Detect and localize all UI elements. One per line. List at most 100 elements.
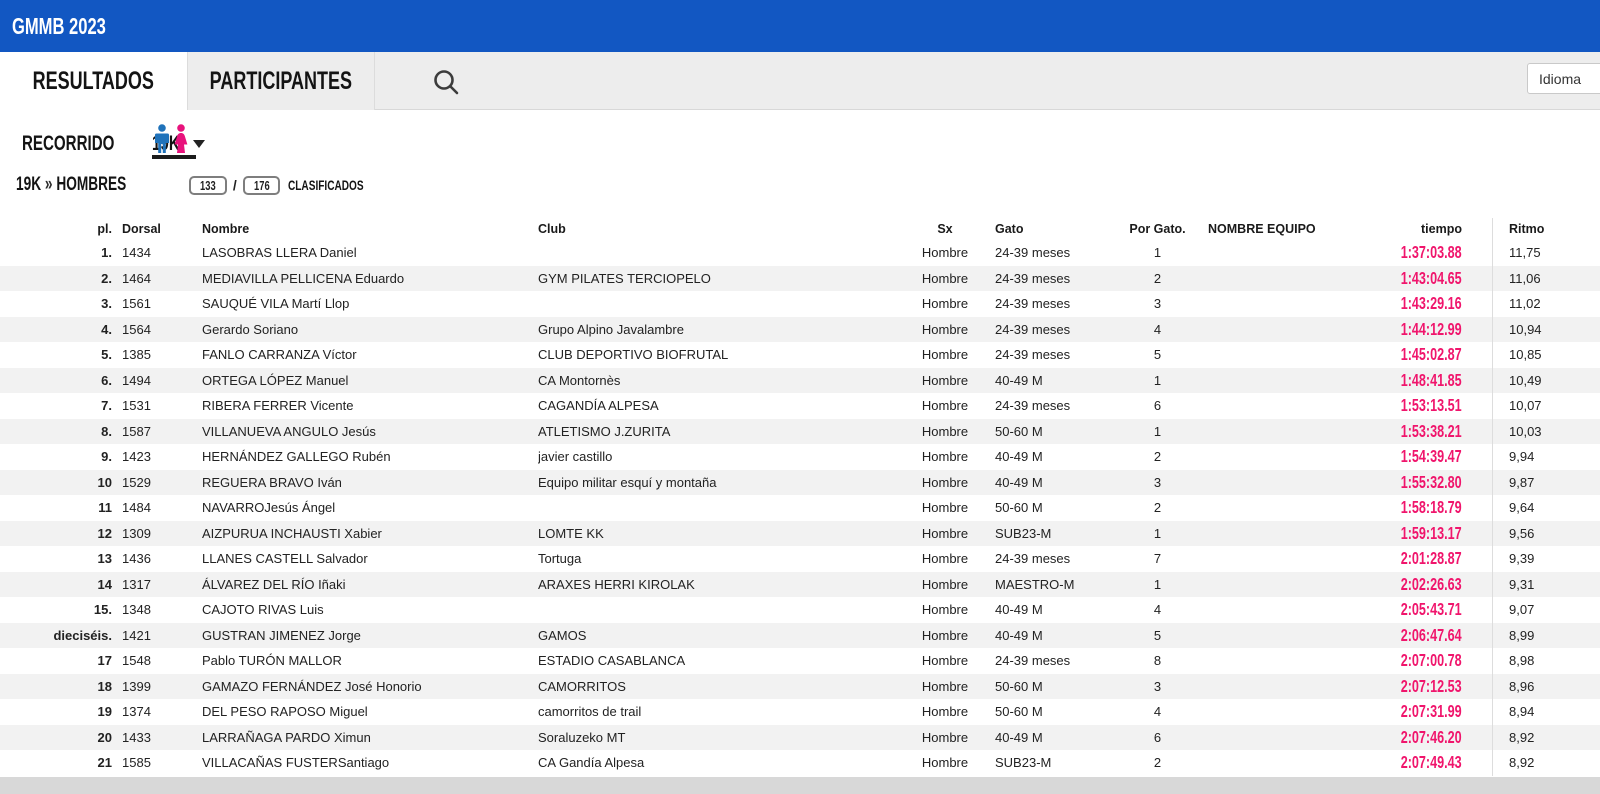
cell-gato: 40-49 M: [985, 628, 1125, 643]
column-header-gato[interactable]: Gato: [985, 222, 1125, 236]
table-row[interactable]: 191374DEL PESO RAPOSO Miguelcamorritos d…: [0, 699, 1600, 725]
table-row[interactable]: 6.1494ORTEGA LÓPEZ ManuelCA MontornèsHom…: [0, 368, 1600, 394]
table-row[interactable]: 2.1464MEDIAVILLA PELLICENA EduardoGYM PI…: [0, 266, 1600, 292]
cell-porgato: 2: [1125, 500, 1190, 515]
column-header-sx[interactable]: Sx: [905, 222, 985, 236]
cell-pl: 20: [0, 730, 112, 745]
column-header-club[interactable]: Club: [538, 222, 905, 236]
male-female-icon: [152, 124, 192, 154]
table-header-row: pl.DorsalNombreClubSxGatoPor Gato.NOMBRE…: [0, 218, 1600, 240]
table-row[interactable]: 4.1564Gerardo SorianoGrupo Alpino Javala…: [0, 317, 1600, 343]
cell-dorsal: 1529: [112, 475, 202, 490]
cell-dorsal: 1374: [112, 704, 202, 719]
cell-club: Grupo Alpino Javalambre: [538, 322, 905, 337]
cell-sx: Hombre: [905, 245, 985, 260]
cell-dorsal: 1585: [112, 755, 202, 770]
table-row[interactable]: 171548Pablo TURÓN MALLORESTADIO CASABLAN…: [0, 648, 1600, 674]
table-row[interactable]: 101529REGUERA BRAVO IvánEquipo militar e…: [0, 470, 1600, 496]
results-section-header: 19K » HOMBRES 133 / 176 CLASIFICADOS: [16, 174, 393, 196]
cell-nombre: LASOBRAS LLERA Daniel: [202, 245, 538, 260]
tab-participantes[interactable]: PARTICIPANTES: [187, 52, 375, 110]
finish-time-value: 1:37:03.88: [1401, 242, 1462, 263]
table-row[interactable]: 141317ÁLVAREZ DEL RÍO IñakiARAXES HERRI …: [0, 572, 1600, 598]
cell-gato: 40-49 M: [985, 373, 1125, 388]
table-row[interactable]: 8.1587VILLANUEVA ANGULO JesúsATLETISMO J…: [0, 419, 1600, 445]
cell-nombre: HERNÁNDEZ GALLEGO Rubén: [202, 449, 538, 464]
cell-gato: 40-49 M: [985, 602, 1125, 617]
cell-nombre: FANLO CARRANZA Víctor: [202, 347, 538, 362]
cell-nombre: LARRAÑAGA PARDO Ximun: [202, 730, 538, 745]
cell-ritmo: 9,39: [1492, 546, 1600, 572]
table-row[interactable]: 3.1561SAUQUÉ VILA Martí LlopHombre24-39 …: [0, 291, 1600, 317]
cell-tiempo: 1:58:18.79: [1370, 497, 1492, 518]
finishers-count-box: 133: [189, 176, 227, 195]
cell-pl: 17: [0, 653, 112, 668]
cell-ritmo: 9,87: [1492, 470, 1600, 496]
cell-sx: Hombre: [905, 628, 985, 643]
cell-tiempo: 1:53:38.21: [1370, 421, 1492, 442]
table-row[interactable]: 211585VILLACAÑAS FUSTERSantiagoCA Gandía…: [0, 750, 1600, 776]
cell-nombre: AIZPURUA INCHAUSTI Xabier: [202, 526, 538, 541]
course-label: RECORRIDO: [22, 132, 114, 156]
finish-time-value: 1:58:18.79: [1401, 497, 1462, 518]
column-header-equipo[interactable]: NOMBRE EQUIPO: [1190, 222, 1370, 236]
cell-porgato: 1: [1125, 526, 1190, 541]
cell-tiempo: 1:53:13.51: [1370, 395, 1492, 416]
finish-time-value: 1:48:41.85: [1401, 370, 1462, 391]
table-row[interactable]: 121309AIZPURUA INCHAUSTI XabierLOMTE KKH…: [0, 521, 1600, 547]
cell-tiempo: 1:43:29.16: [1370, 293, 1492, 314]
search-button[interactable]: [428, 65, 464, 99]
column-header-ritmo[interactable]: Ritmo: [1492, 218, 1600, 240]
language-button-label: Idioma: [1539, 71, 1581, 87]
table-row[interactable]: 15.1348CAJOTO RIVAS LuisHombre40-49 M42:…: [0, 597, 1600, 623]
column-header-pl[interactable]: pl.: [0, 222, 112, 236]
cell-nombre: ORTEGA LÓPEZ Manuel: [202, 373, 538, 388]
cell-ritmo: 11,75: [1492, 240, 1600, 266]
cell-nombre: RIBERA FERRER Vicente: [202, 398, 538, 413]
cell-dorsal: 1385: [112, 347, 202, 362]
tab-participantes-label: PARTICIPANTES: [210, 67, 352, 96]
cell-gato: 24-39 meses: [985, 551, 1125, 566]
table-row[interactable]: 131436LLANES CASTELL SalvadorTortugaHomb…: [0, 546, 1600, 572]
table-row[interactable]: dieciséis.1421GUSTRAN JIMENEZ JorgeGAMOS…: [0, 623, 1600, 649]
table-row[interactable]: 7.1531RIBERA FERRER VicenteCAGANDÍA ALPE…: [0, 393, 1600, 419]
cell-pl: 13: [0, 551, 112, 566]
cell-gato: 40-49 M: [985, 475, 1125, 490]
tab-bar: RESULTADOS PARTICIPANTES Idioma: [0, 52, 1600, 110]
cell-gato: 24-39 meses: [985, 322, 1125, 337]
cell-club: camorritos de trail: [538, 704, 905, 719]
column-header-tiempo[interactable]: tiempo: [1370, 222, 1492, 236]
table-row[interactable]: 9.1423HERNÁNDEZ GALLEGO Rubénjavier cast…: [0, 444, 1600, 470]
cell-porgato: 4: [1125, 602, 1190, 617]
cell-dorsal: 1587: [112, 424, 202, 439]
table-row[interactable]: 111484NAVARROJesús ÁngelHombre50-60 M21:…: [0, 495, 1600, 521]
tab-resultados[interactable]: RESULTADOS: [0, 52, 187, 111]
cell-sx: Hombre: [905, 322, 985, 337]
cell-dorsal: 1348: [112, 602, 202, 617]
column-header-porgato[interactable]: Por Gato.: [1125, 222, 1190, 236]
table-body: 1.1434LASOBRAS LLERA DanielHombre24-39 m…: [0, 240, 1600, 776]
cell-dorsal: 1494: [112, 373, 202, 388]
cell-nombre: CAJOTO RIVAS Luis: [202, 602, 538, 617]
table-row[interactable]: 181399GAMAZO FERNÁNDEZ José HonorioCAMOR…: [0, 674, 1600, 700]
column-header-dorsal[interactable]: Dorsal: [112, 222, 202, 236]
cell-dorsal: 1309: [112, 526, 202, 541]
cell-porgato: 7: [1125, 551, 1190, 566]
cell-ritmo: 9,07: [1492, 597, 1600, 623]
cell-sx: Hombre: [905, 526, 985, 541]
table-row[interactable]: 201433LARRAÑAGA PARDO XimunSoraluzeko MT…: [0, 725, 1600, 751]
finish-time-value: 2:07:49.43: [1401, 752, 1462, 773]
language-button[interactable]: Idioma: [1527, 63, 1600, 94]
cell-sx: Hombre: [905, 602, 985, 617]
cell-gato: 40-49 M: [985, 449, 1125, 464]
cell-club: ESTADIO CASABLANCA: [538, 653, 905, 668]
table-row[interactable]: 1.1434LASOBRAS LLERA DanielHombre24-39 m…: [0, 240, 1600, 266]
cell-pl: 4.: [0, 322, 112, 337]
cell-dorsal: 1399: [112, 679, 202, 694]
cell-pl: 19: [0, 704, 112, 719]
table-row[interactable]: 5.1385FANLO CARRANZA VíctorCLUB DEPORTIV…: [0, 342, 1600, 368]
cell-dorsal: 1317: [112, 577, 202, 592]
column-header-nombre[interactable]: Nombre: [202, 222, 538, 236]
cell-sx: Hombre: [905, 449, 985, 464]
gender-filter-toggle[interactable]: [152, 124, 196, 159]
